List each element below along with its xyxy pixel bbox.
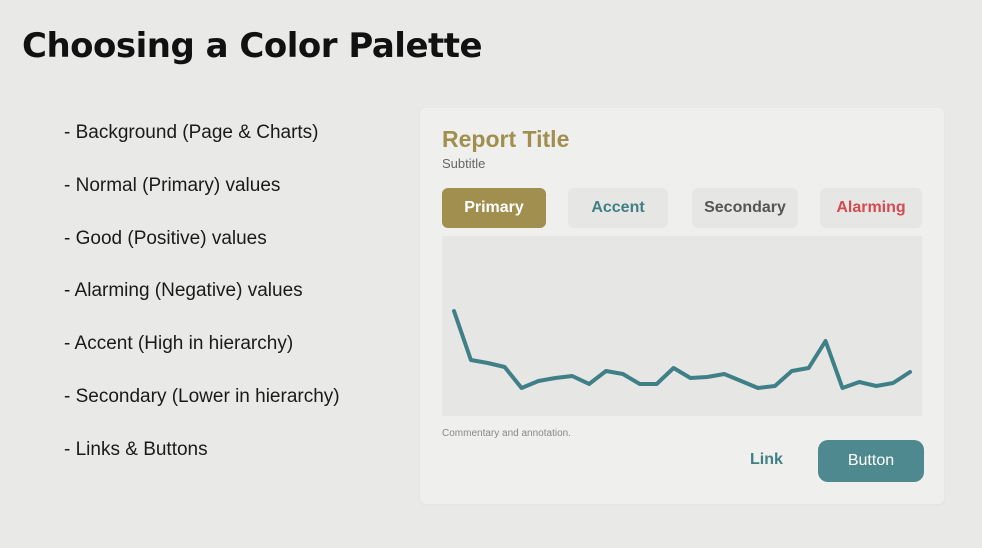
- accent-pill: Accent: [568, 188, 668, 228]
- chart-area: [442, 236, 922, 416]
- action-button[interactable]: Button: [818, 440, 924, 482]
- bullet-item: - Background (Page & Charts): [64, 122, 319, 143]
- commentary-text: Commentary and annotation.: [442, 428, 571, 439]
- report-subtitle: Subtitle: [442, 156, 486, 171]
- secondary-pill: Secondary: [692, 188, 798, 228]
- bullet-item: - Accent (High in hierarchy): [64, 333, 294, 355]
- report-title: Report Title: [442, 126, 570, 152]
- bullet-item: - Normal (Primary) values: [64, 174, 281, 196]
- bullet-list: - Background (Page & Charts) - Normal (P…: [64, 118, 340, 488]
- bullet-item: - Secondary (Lower in hierarchy): [64, 385, 340, 407]
- bullet-item: - Alarming (Negative) values: [64, 280, 303, 302]
- series-line: [452, 309, 912, 390]
- line-chart: [452, 309, 912, 390]
- slide-title: Choosing a Color Palette: [22, 26, 483, 66]
- alarming-pill: Alarming: [820, 188, 922, 228]
- link[interactable]: Link: [750, 451, 783, 469]
- report-card: Report Title Subtitle Primary Accent Sec…: [420, 108, 944, 504]
- primary-pill: Primary: [442, 188, 546, 228]
- bullet-item: - Links & Buttons: [64, 438, 208, 460]
- bullet-item: - Good (Positive) values: [64, 227, 267, 249]
